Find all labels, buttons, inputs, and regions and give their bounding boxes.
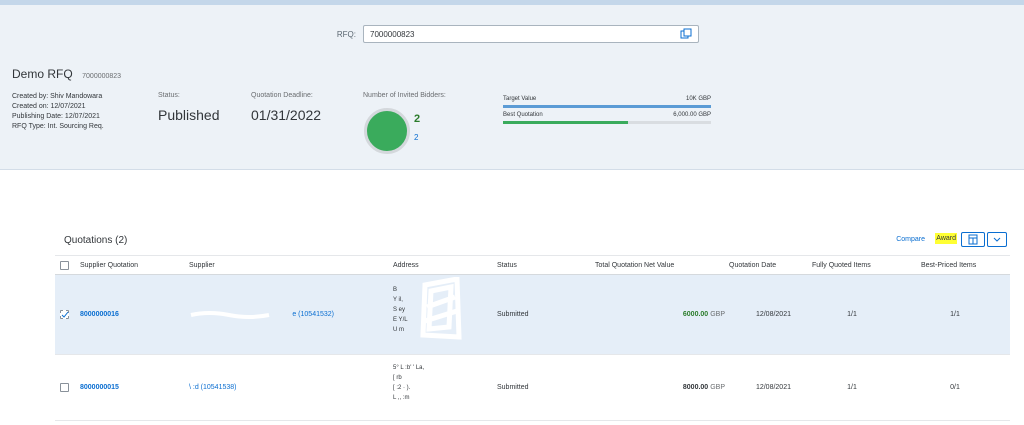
created-by-label: Created by: — [12, 93, 49, 100]
col-fully-quoted[interactable]: Fully Quoted Items — [812, 262, 871, 269]
quotation-date: 12/08/2021 — [755, 384, 791, 391]
object-meta: Created by: Shiv Mandowara Created on: 1… — [12, 92, 104, 132]
redaction-scribble-icon — [420, 277, 462, 340]
select-all-checkbox[interactable] — [60, 261, 69, 270]
col-supplier-quotation[interactable]: Supplier Quotation — [80, 262, 138, 269]
redaction-scribble-icon — [190, 311, 270, 319]
row-checkbox[interactable] — [60, 383, 69, 392]
fully-quoted-items: 1/1 — [847, 384, 857, 391]
checkmark-icon — [61, 311, 69, 318]
publishing-date: Publishing Date: 12/07/2021 — [12, 113, 100, 120]
value-help-icon[interactable] — [680, 28, 692, 40]
bidders-value: 2 — [414, 113, 421, 125]
created-on: Created on: 12/07/2021 — [12, 103, 86, 110]
deadline-label: Quotation Deadline: — [251, 92, 313, 99]
redaction-mark — [189, 308, 272, 320]
currency: GBP — [710, 311, 725, 318]
col-net-value[interactable]: Total Quotation Net Value — [595, 262, 674, 269]
status-value: Published — [158, 107, 220, 123]
object-title-row: Demo RFQ 7000000823 — [12, 65, 121, 83]
supplier-quotation-link[interactable]: 8000000015 — [80, 384, 119, 391]
col-status[interactable]: Status — [497, 262, 517, 269]
bidders-sub-value[interactable]: 2 — [414, 133, 418, 142]
supplier-address: 5° L :b' ' La, [ rb [ :2 · ). L ,, :m — [393, 365, 425, 401]
object-title: Demo RFQ — [12, 67, 73, 81]
col-address[interactable]: Address — [393, 262, 419, 269]
table-settings-dropdown-button[interactable] — [987, 232, 1007, 247]
compare-button[interactable]: Compare — [896, 236, 925, 243]
table-row[interactable]: 8000000016 e (10541532) B Y il, S ey E Y… — [55, 275, 1010, 355]
best-quotation-label: Best Quotation — [503, 112, 543, 118]
target-value-bar: Target Value 10K GBP — [503, 96, 711, 108]
best-quotation-amount: 6,000.00 GBP — [673, 112, 711, 118]
col-best-priced[interactable]: Best-Priced Items — [921, 262, 976, 269]
table-settings-icon — [968, 234, 978, 245]
net-value: 6000.00 GBP — [595, 311, 725, 318]
status-text: Submitted — [497, 384, 529, 391]
chevron-down-icon — [993, 237, 1001, 242]
best-priced-items: 1/1 — [950, 311, 960, 318]
rfq-type: RFQ Type: Int. Sourcing Req. — [12, 122, 104, 132]
quotations-table: Supplier Quotation Supplier Address Stat… — [55, 255, 1010, 421]
best-quotation-fill — [503, 121, 628, 124]
quotations-title: Quotations (2) — [64, 235, 128, 246]
bidders-donut-chart — [364, 108, 410, 154]
deadline-value: 01/31/2022 — [251, 107, 322, 123]
row-checkbox[interactable] — [60, 310, 69, 319]
target-value-amount: 10K GBP — [685, 96, 711, 102]
net-amount: 6000.00 — [682, 311, 709, 318]
fully-quoted-items: 1/1 — [847, 311, 857, 318]
created-by-value: Shiv Mandowara — [50, 93, 103, 100]
best-priced-items: 0/1 — [950, 384, 960, 391]
object-header: RFQ: Demo RFQ 7000000823 Created by: Shi… — [0, 5, 1024, 170]
table-row[interactable]: 8000000015 \ :d (10541538) 5° L :b' ' La… — [55, 355, 1010, 421]
quotations-toolbar: Quotations (2) Compare Award — [63, 232, 1008, 254]
status-label: Status: — [158, 92, 180, 99]
rfq-input[interactable] — [364, 26, 674, 42]
award-button[interactable]: Award — [935, 233, 957, 244]
col-supplier[interactable]: Supplier — [189, 262, 215, 269]
status-text: Submitted — [497, 311, 529, 318]
object-id: 7000000823 — [82, 73, 122, 80]
target-value-fill — [503, 105, 711, 108]
col-quotation-date[interactable]: Quotation Date — [729, 262, 776, 269]
net-value: 8000.00 GBP — [595, 384, 725, 391]
rfq-field-label: RFQ: — [336, 30, 356, 39]
table-header-row: Supplier Quotation Supplier Address Stat… — [55, 255, 1010, 275]
bidders-label: Number of Invited Bidders: — [363, 92, 446, 99]
supplier-address: B Y il, S ey E Y/L U m — [393, 287, 408, 333]
target-value-label: Target Value — [503, 96, 537, 102]
quotation-date: 12/08/2021 — [755, 311, 791, 318]
best-quotation-bar: Best Quotation 6,000.00 GBP — [503, 112, 711, 124]
net-amount: 8000.00 — [682, 384, 709, 391]
rfq-field[interactable] — [363, 25, 699, 43]
table-settings-button[interactable] — [961, 232, 985, 247]
rfq-type-label: RFQ Type: — [12, 123, 46, 130]
created-by: Created by: Shiv Mandowara — [12, 92, 104, 102]
rfq-type-value: Int. Sourcing Req. — [47, 123, 104, 130]
supplier-link[interactable]: \ :d (10541538) — [189, 384, 236, 391]
supplier-quotation-link[interactable]: 8000000016 — [80, 311, 119, 318]
currency: GBP — [710, 384, 725, 391]
